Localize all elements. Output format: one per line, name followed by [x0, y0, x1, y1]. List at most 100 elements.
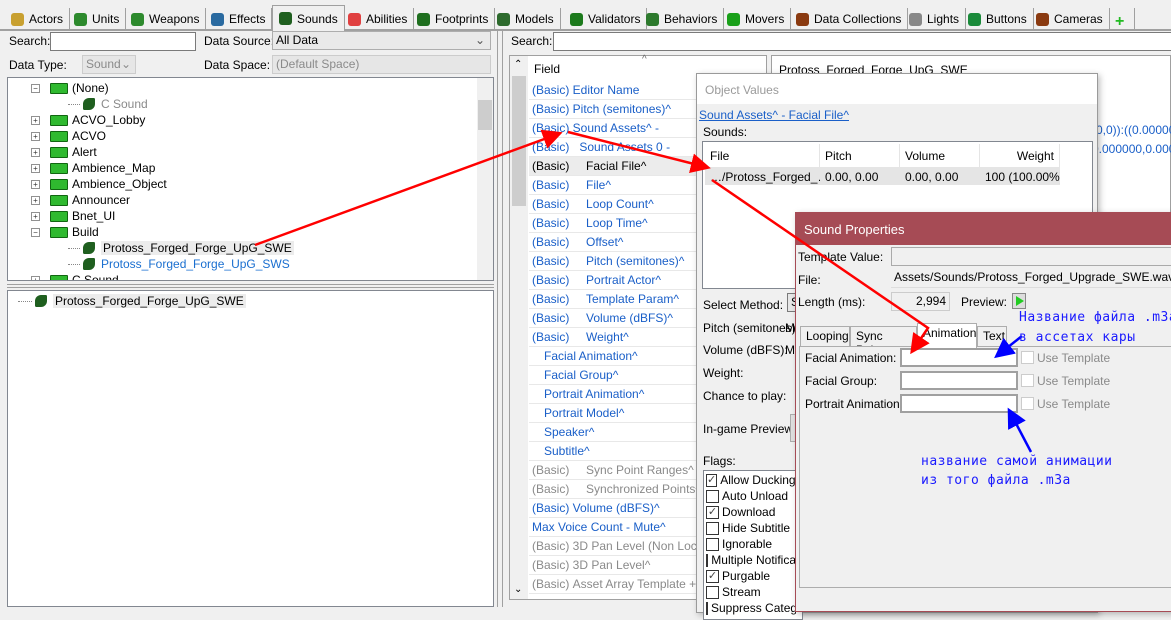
- flag-checkbox[interactable]: Ignorable: [706, 536, 796, 552]
- sound-row[interactable]: …/Protoss_Forged_… 0.00, 0.00 0.00, 0.00 10…: [705, 168, 1060, 185]
- tree-item[interactable]: + Announcer: [31, 192, 130, 208]
- tree-item[interactable]: + Ambience_Map: [31, 160, 155, 176]
- expand-icon[interactable]: +: [31, 195, 40, 205]
- data-source-select[interactable]: All Data ⌄: [272, 31, 491, 50]
- tree-item[interactable]: + ACVO_Lobby: [31, 112, 145, 128]
- use-template-checkbox[interactable]: [1021, 374, 1034, 387]
- checkbox[interactable]: [706, 521, 719, 535]
- panel-splitter[interactable]: [497, 31, 503, 607]
- field-scrollbar[interactable]: ⌃ ⌄: [510, 56, 528, 599]
- pitch-label: Pitch (semitones): [703, 321, 796, 335]
- object-tree[interactable]: − (None) C Sound + ACVO_Lobby + ACVO + Alert + Amb…: [7, 77, 494, 281]
- tree-item[interactable]: − (None): [31, 80, 109, 96]
- scroll-down-icon[interactable]: ⌄: [514, 584, 522, 595]
- tab-data-collections[interactable]: Data Collections: [790, 8, 909, 30]
- tree-item[interactable]: + Alert: [31, 144, 97, 160]
- tree-item-selected[interactable]: Protoss_Forged_Forge_UpG_SWE: [18, 293, 246, 309]
- data-type-value: Sound: [86, 57, 121, 71]
- length-field: 2,994: [891, 292, 950, 311]
- checkbox[interactable]: ✓: [706, 505, 719, 519]
- checkbox[interactable]: [706, 585, 719, 599]
- tab-looping[interactable]: Looping: [800, 326, 850, 347]
- flag-checkbox[interactable]: Hide Subtitle: [706, 520, 796, 536]
- tree-item[interactable]: C Sound: [68, 96, 148, 112]
- template-value-input[interactable]: [891, 247, 1171, 266]
- field-search-input[interactable]: [553, 32, 1171, 51]
- portrait-animation-input[interactable]: [900, 394, 1018, 413]
- use-template-checkbox[interactable]: [1021, 351, 1034, 364]
- data-type-select[interactable]: Sound ⌄: [82, 55, 136, 74]
- splitter[interactable]: [7, 284, 494, 288]
- facial-group-input[interactable]: [900, 371, 1018, 390]
- checkbox[interactable]: [706, 489, 719, 503]
- checkbox[interactable]: [706, 553, 709, 567]
- scrollbar-thumb[interactable]: [478, 100, 492, 130]
- tree-item[interactable]: + Ambience_Object: [31, 176, 167, 192]
- expand-icon[interactable]: +: [31, 211, 40, 221]
- tree-item[interactable]: + Bnet_UI: [31, 208, 115, 224]
- scrollbar-thumb[interactable]: [512, 76, 526, 206]
- checkbox[interactable]: [706, 601, 708, 615]
- facial-animation-input[interactable]: [900, 348, 1018, 367]
- checkbox[interactable]: ✓: [706, 473, 718, 487]
- tab-effects[interactable]: Effects: [205, 8, 273, 30]
- tab-sync-points[interactable]: Sync Points: [850, 326, 917, 357]
- tree-item-label: C Sound: [101, 97, 148, 111]
- tree-item[interactable]: Protoss_Forged_Forge_UpG_SWS: [68, 256, 290, 272]
- tab-models[interactable]: Models: [491, 8, 561, 30]
- file-path-field[interactable]: Assets/Sounds/Protoss_Forged_Upgrade_SWE…: [891, 269, 1171, 288]
- tab-actors[interactable]: Actors: [5, 8, 71, 30]
- checkbox[interactable]: [706, 537, 719, 551]
- field-path-link[interactable]: Sound Assets^ - Facial File^: [699, 108, 849, 122]
- flag-checkbox[interactable]: Suppress Categ: [706, 600, 796, 616]
- selected-object-tree[interactable]: Protoss_Forged_Forge_UpG_SWE: [7, 290, 494, 607]
- tree-item[interactable]: + ACVO: [31, 128, 106, 144]
- tab-cameras[interactable]: Cameras: [1030, 8, 1110, 30]
- left-search-input[interactable]: [50, 32, 196, 51]
- expand-icon[interactable]: +: [31, 163, 40, 173]
- field-label: Sync Point Ranges^ +: [586, 463, 705, 477]
- checkbox[interactable]: ✓: [706, 569, 719, 583]
- collapse-icon[interactable]: −: [31, 227, 40, 237]
- tab-abilities[interactable]: Abilities: [342, 8, 415, 30]
- expand-icon[interactable]: +: [31, 179, 40, 189]
- expand-icon[interactable]: +: [31, 147, 40, 157]
- expand-icon[interactable]: +: [31, 115, 40, 125]
- tab-weapons[interactable]: Weapons: [125, 8, 207, 30]
- tab-behaviors[interactable]: Behaviors: [640, 8, 725, 30]
- flag-checkbox[interactable]: ✓Allow Ducking D: [706, 472, 796, 488]
- sounds-list-header: File Pitch Volume Weight: [705, 144, 1060, 168]
- data-space-input[interactable]: (Default Space): [272, 55, 491, 74]
- flag-checkbox[interactable]: ✓ Download: [706, 504, 796, 520]
- tab-validators[interactable]: Validators: [564, 8, 648, 30]
- tree-scrollbar[interactable]: [477, 78, 493, 280]
- tree-item[interactable]: Protoss_Forged_Forge_UpG_SWE: [68, 240, 294, 256]
- tree-item[interactable]: + C Sound: [31, 272, 119, 280]
- expand-icon[interactable]: +: [31, 275, 40, 280]
- column-header[interactable]: Weight: [980, 144, 1060, 167]
- use-template-checkbox[interactable]: [1021, 397, 1034, 410]
- play-button[interactable]: [1012, 293, 1026, 309]
- tab-lights[interactable]: Lights: [903, 8, 967, 30]
- scroll-up-icon[interactable]: ⌃: [514, 59, 522, 70]
- expand-icon[interactable]: +: [31, 131, 40, 141]
- field-column-header[interactable]: Field: [534, 62, 560, 76]
- flag-checkbox[interactable]: Auto Unload: [706, 488, 796, 504]
- column-header[interactable]: Volume: [900, 144, 980, 167]
- collapse-icon[interactable]: −: [31, 83, 40, 93]
- tab-units[interactable]: Units: [68, 8, 127, 30]
- tab--[interactable]: +: [1109, 8, 1135, 30]
- flag-checkbox[interactable]: Multiple Notifica: [706, 552, 796, 568]
- flag-checkbox[interactable]: Stream: [706, 584, 796, 600]
- tab-movers[interactable]: Movers: [721, 8, 792, 30]
- field-label: Asset Array Template +: [572, 577, 697, 591]
- column-header[interactable]: File: [705, 144, 820, 167]
- tab-footprints[interactable]: Footprints: [411, 8, 496, 30]
- tree-item[interactable]: − Build: [31, 224, 99, 240]
- tab-text[interactable]: Text: [977, 326, 1007, 347]
- column-header[interactable]: Pitch: [820, 144, 900, 167]
- tab-sounds[interactable]: Sounds: [272, 5, 345, 31]
- tab-buttons[interactable]: Buttons: [962, 8, 1034, 30]
- tab-animation[interactable]: Animation: [917, 323, 977, 348]
- flag-checkbox[interactable]: ✓ Purgable: [706, 568, 796, 584]
